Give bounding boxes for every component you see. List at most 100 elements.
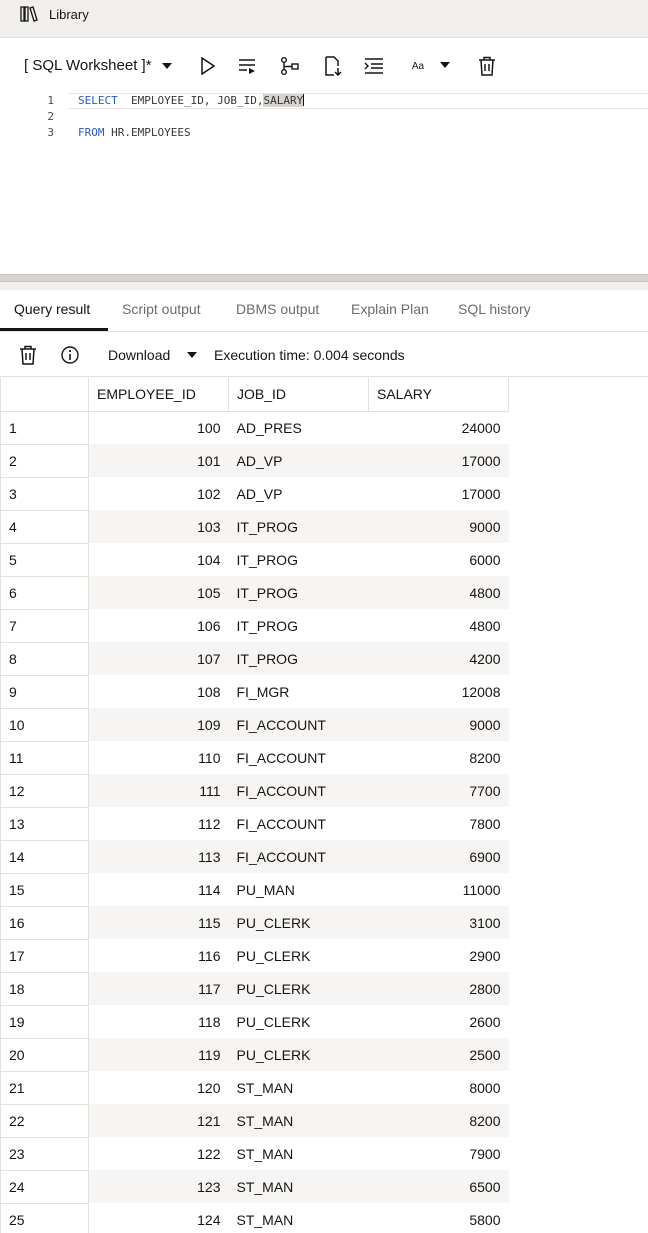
table-row[interactable]: 23 122 ST_MAN 7900: [0, 1137, 509, 1171]
salary-cell[interactable]: 4200: [368, 642, 509, 675]
salary-cell[interactable]: 6900: [368, 840, 509, 873]
trash-icon[interactable]: [18, 345, 38, 365]
job-id-cell[interactable]: PU_MAN: [229, 873, 369, 906]
table-row[interactable]: 1 100 AD_PRES 24000: [0, 411, 509, 445]
employee-id-cell[interactable]: 122: [89, 1137, 229, 1170]
row-number-cell[interactable]: 12: [0, 774, 89, 808]
row-number-cell[interactable]: 16: [0, 906, 89, 940]
salary-cell[interactable]: 3100: [368, 906, 509, 939]
table-row[interactable]: 19 118 PU_CLERK 2600: [0, 1005, 509, 1039]
employee-id-cell[interactable]: 104: [89, 543, 229, 576]
salary-cell[interactable]: 2900: [369, 939, 509, 972]
employee-id-cell[interactable]: 121: [88, 1104, 229, 1137]
info-icon[interactable]: [60, 345, 80, 365]
row-number-cell[interactable]: 15: [0, 873, 89, 907]
row-number-cell[interactable]: 6: [0, 576, 89, 610]
employee-id-cell[interactable]: 103: [88, 510, 229, 543]
job-id-cell[interactable]: ST_MAN: [229, 1137, 369, 1170]
row-number-cell[interactable]: 21: [0, 1071, 89, 1105]
row-number-cell[interactable]: 9: [0, 675, 89, 709]
salary-cell[interactable]: 8200: [369, 741, 509, 774]
worksheet-menu-chevron-down-icon[interactable]: [162, 63, 172, 69]
row-number-cell[interactable]: 5: [0, 543, 89, 577]
salary-cell[interactable]: 8000: [369, 1071, 509, 1104]
job-id-cell[interactable]: FI_ACCOUNT: [228, 708, 369, 741]
job-id-cell[interactable]: IT_PROG: [229, 543, 369, 576]
job-id-cell[interactable]: IT_PROG: [228, 576, 369, 609]
salary-cell[interactable]: 6500: [368, 1170, 509, 1203]
salary-cell[interactable]: 24000: [369, 411, 509, 444]
row-number-cell[interactable]: 4: [0, 510, 89, 544]
salary-cell[interactable]: 8200: [368, 1104, 509, 1137]
results-grid[interactable]: EMPLOYEE_ID JOB_ID SALARY 1 100 AD_PRES 240…: [0, 378, 509, 1233]
row-number-cell[interactable]: 7: [0, 609, 89, 643]
employee-id-cell[interactable]: 106: [89, 609, 229, 642]
format-button[interactable]: [361, 54, 387, 78]
row-number-cell[interactable]: 14: [0, 840, 89, 874]
row-number-cell[interactable]: 19: [0, 1005, 89, 1039]
employee-id-cell[interactable]: 102: [89, 477, 229, 510]
pane-splitter[interactable]: [0, 274, 648, 282]
row-number-cell[interactable]: 18: [0, 972, 89, 1006]
row-number-cell[interactable]: 13: [0, 807, 89, 841]
salary-cell[interactable]: 7900: [369, 1137, 509, 1170]
row-number-cell[interactable]: 10: [0, 708, 89, 742]
job-id-cell[interactable]: PU_CLERK: [228, 1038, 369, 1071]
table-row[interactable]: 13 112 FI_ACCOUNT 7800: [0, 807, 509, 841]
employee-id-cell[interactable]: 116: [89, 939, 229, 972]
table-row[interactable]: 8 107 IT_PROG 4200: [0, 642, 509, 676]
run-script-button[interactable]: [235, 54, 261, 78]
job-id-cell[interactable]: ST_MAN: [229, 1071, 369, 1104]
row-number-cell[interactable]: 11: [0, 741, 89, 775]
explain-plan-button[interactable]: [277, 54, 303, 78]
job-id-cell[interactable]: AD_VP: [229, 477, 369, 510]
table-row[interactable]: 15 114 PU_MAN 11000: [0, 873, 509, 907]
table-row[interactable]: 24 123 ST_MAN 6500: [0, 1170, 509, 1204]
download-button[interactable]: Download: [108, 347, 170, 363]
salary-cell[interactable]: 9000: [368, 510, 509, 543]
table-row[interactable]: 21 120 ST_MAN 8000: [0, 1071, 509, 1105]
worksheet-title[interactable]: [ SQL Worksheet ]*: [24, 57, 152, 74]
table-row[interactable]: 16 115 PU_CLERK 3100: [0, 906, 509, 940]
employee-id-cell[interactable]: 110: [89, 741, 229, 774]
table-row[interactable]: 6 105 IT_PROG 4800: [0, 576, 509, 610]
job-id-cell[interactable]: FI_MGR: [229, 675, 369, 708]
column-header-job-id[interactable]: JOB_ID: [228, 378, 369, 412]
row-number-cell[interactable]: 20: [0, 1038, 89, 1072]
salary-cell[interactable]: 12008: [369, 675, 509, 708]
employee-id-cell[interactable]: 117: [88, 972, 229, 1005]
salary-cell[interactable]: 11000: [369, 873, 509, 906]
job-id-cell[interactable]: FI_ACCOUNT: [229, 741, 369, 774]
row-number-cell[interactable]: 22: [0, 1104, 89, 1138]
table-row[interactable]: 7 106 IT_PROG 4800: [0, 609, 509, 643]
employee-id-cell[interactable]: 113: [88, 840, 229, 873]
job-id-cell[interactable]: FI_ACCOUNT: [228, 840, 369, 873]
row-number-cell[interactable]: 23: [0, 1137, 89, 1171]
salary-cell[interactable]: 7700: [368, 774, 509, 807]
row-number-cell[interactable]: 3: [0, 477, 89, 511]
employee-id-cell[interactable]: 112: [89, 807, 229, 840]
job-id-cell[interactable]: ST_MAN: [229, 1203, 369, 1233]
books-icon[interactable]: [20, 6, 38, 22]
table-row[interactable]: 18 117 PU_CLERK 2800: [0, 972, 509, 1006]
employee-id-cell[interactable]: 120: [89, 1071, 229, 1104]
employee-id-cell[interactable]: 114: [89, 873, 229, 906]
table-row[interactable]: 17 116 PU_CLERK 2900: [0, 939, 509, 973]
table-row[interactable]: 25 124 ST_MAN 5800: [0, 1203, 509, 1233]
job-id-cell[interactable]: FI_ACCOUNT: [228, 774, 369, 807]
salary-cell[interactable]: 17000: [369, 477, 509, 510]
employee-id-cell[interactable]: 124: [89, 1203, 229, 1233]
table-row[interactable]: 20 119 PU_CLERK 2500: [0, 1038, 509, 1072]
employee-id-cell[interactable]: 109: [88, 708, 229, 741]
tab-query-result[interactable]: Query result: [14, 301, 90, 317]
row-number-cell[interactable]: 1: [0, 411, 89, 445]
salary-cell[interactable]: 7800: [369, 807, 509, 840]
employee-id-cell[interactable]: 101: [88, 444, 229, 477]
employee-id-cell[interactable]: 105: [88, 576, 229, 609]
row-number-cell[interactable]: 8: [0, 642, 89, 676]
table-row[interactable]: 2 101 AD_VP 17000: [0, 444, 509, 478]
table-row[interactable]: 14 113 FI_ACCOUNT 6900: [0, 840, 509, 874]
job-id-cell[interactable]: AD_PRES: [229, 411, 369, 444]
row-number-cell[interactable]: 2: [0, 444, 89, 478]
job-id-cell[interactable]: ST_MAN: [228, 1170, 369, 1203]
